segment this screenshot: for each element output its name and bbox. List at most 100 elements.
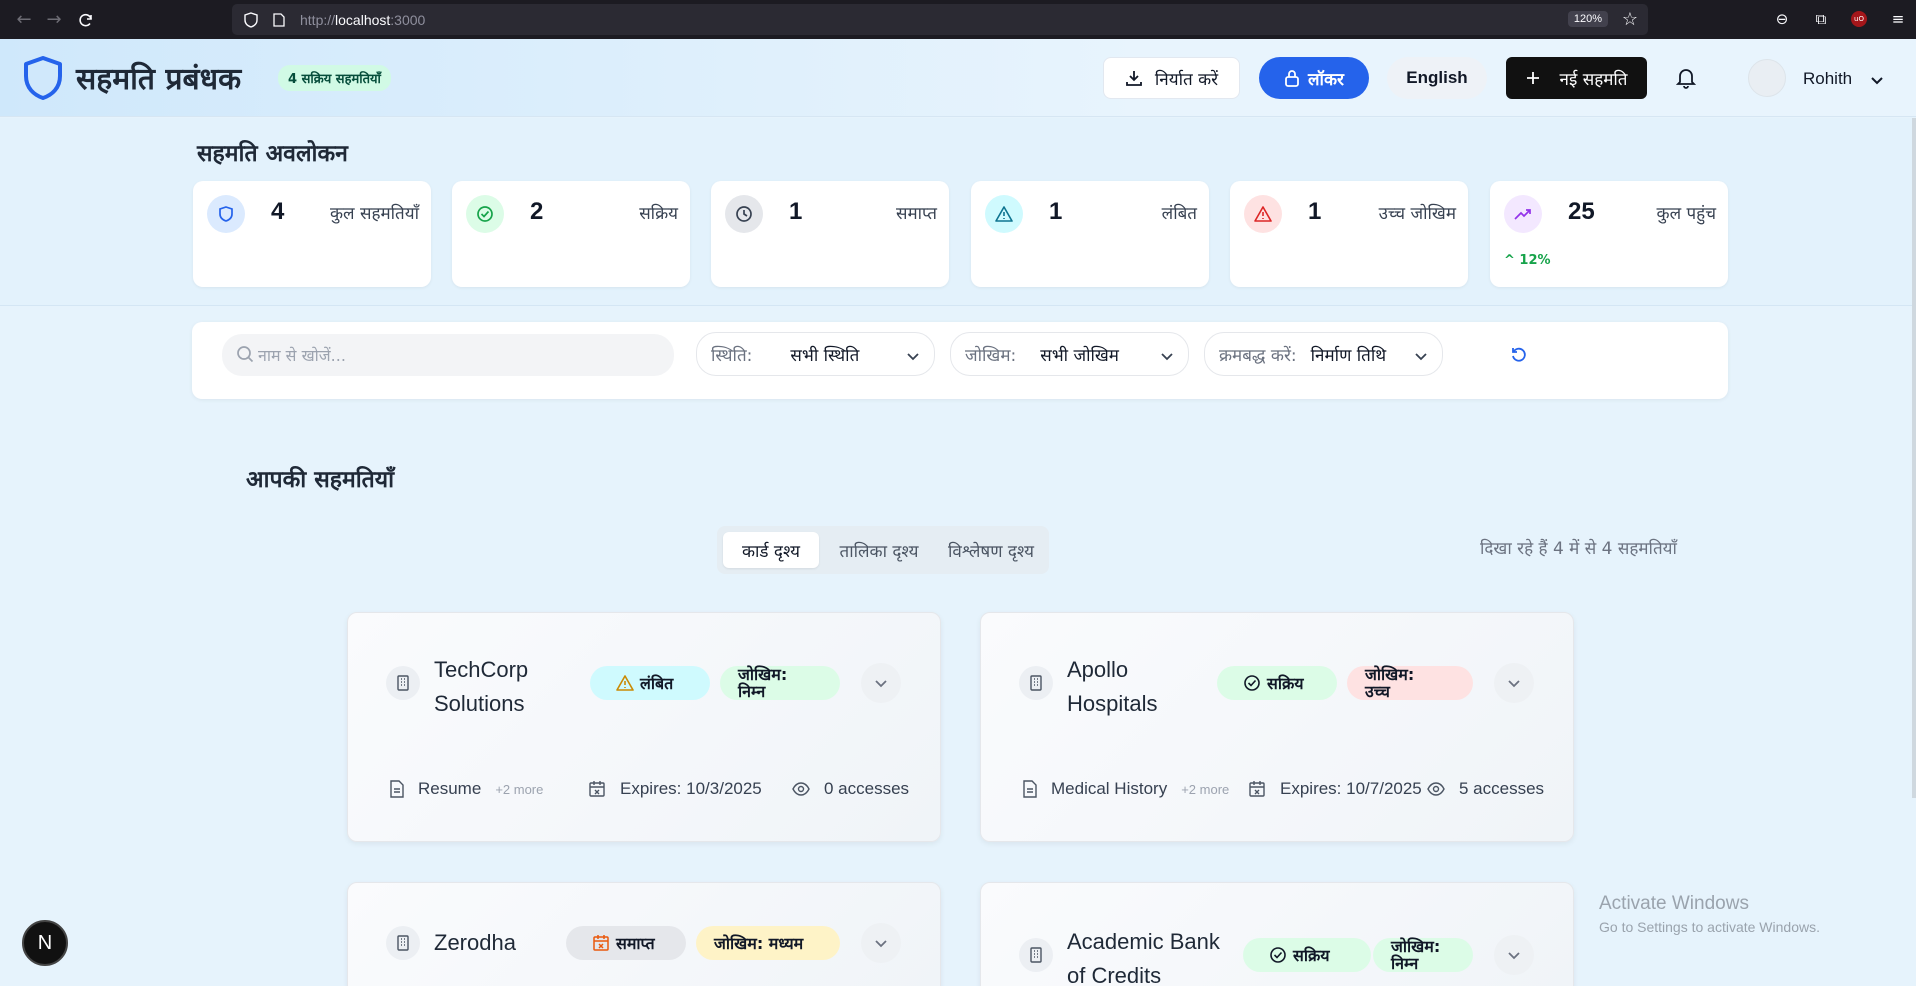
- risk-badge: जोखिम: मध्यम: [696, 926, 840, 960]
- stat-value: 1: [1308, 198, 1322, 225]
- chevron-down-icon: [1160, 347, 1174, 367]
- organization-name: Apollo Hospitals: [1067, 657, 1158, 716]
- access-count: 0 accesses: [792, 779, 909, 799]
- building-icon: [1019, 666, 1053, 700]
- risk-filter-label: जोखिम:: [965, 345, 1017, 366]
- expand-button[interactable]: [1494, 935, 1534, 975]
- stat-label: समाप्त: [896, 204, 937, 224]
- nextjs-dev-badge[interactable]: N: [22, 920, 68, 966]
- url-text: http://localhost:3000: [300, 11, 426, 28]
- calendar-icon: [1248, 780, 1266, 798]
- check-circle-icon: [1269, 946, 1287, 964]
- organization-name: TechCorp Solutions: [434, 657, 529, 716]
- status-filter-value: सभी स्थिति: [790, 345, 860, 366]
- overview-title: सहमति अवलोकन: [197, 141, 348, 167]
- chevron-up-icon: ^: [1504, 253, 1520, 268]
- risk-badge: जोखिम: उच्च: [1347, 666, 1473, 700]
- filter-bar: स्थिति: सभी स्थिति जोखिम: सभी जोखिम क्रम…: [192, 322, 1728, 399]
- stat-label: कुल सहमतियाँ: [329, 204, 419, 224]
- expiry-date: Expires: 10/3/2025: [588, 779, 762, 799]
- expand-button[interactable]: [861, 663, 901, 703]
- search-input[interactable]: [222, 334, 674, 376]
- chevron-down-icon[interactable]: [1870, 71, 1884, 90]
- consent-card[interactable]: TechCorp Solutions लंबित जोखिम: निम्न Res…: [347, 612, 941, 842]
- chevron-down-icon: [1507, 946, 1521, 965]
- document-icon: [390, 780, 404, 798]
- risk-filter-select[interactable]: जोखिम: सभी जोखिम: [950, 332, 1189, 376]
- tab-card-view[interactable]: कार्ड दृश्य: [723, 532, 819, 568]
- stat-card-high-risk: 1 उच्च जोखिम: [1230, 181, 1468, 287]
- address-bar[interactable]: http://localhost:3000 120% ☆: [232, 4, 1648, 35]
- chevron-down-icon: [874, 934, 888, 953]
- plus-icon: [1526, 71, 1540, 85]
- forward-icon[interactable]: →: [40, 6, 68, 34]
- tab-table-view[interactable]: तालिका दृश्य: [823, 532, 935, 568]
- building-icon: [386, 666, 420, 700]
- access-count: 5 accesses: [1427, 779, 1544, 799]
- sort-select[interactable]: क्रमबद्ध करें: निर्माण तिथि: [1204, 332, 1443, 376]
- page-icon[interactable]: [270, 11, 288, 29]
- consent-card[interactable]: Apollo Hospitals सक्रिय जोखिम: उच्च Medic…: [980, 612, 1574, 842]
- app-title: सहमति प्रबंधक: [76, 62, 242, 97]
- risk-filter-value: सभी जोखिम: [1040, 345, 1119, 366]
- building-icon: [386, 926, 420, 960]
- active-consents-badge: 4 सक्रिय सहमतियाँ: [278, 65, 391, 91]
- zoom-indicator[interactable]: 120%: [1567, 11, 1608, 27]
- stat-value: 1: [1049, 198, 1063, 225]
- locker-button[interactable]: लॉकर: [1259, 57, 1369, 99]
- status-badge: लंबित: [590, 666, 710, 700]
- consent-card[interactable]: Zerodha समाप्त जोखिम: मध्यम: [347, 882, 941, 986]
- expiry-date: Expires: 10/7/2025: [1248, 779, 1422, 799]
- refresh-icon[interactable]: [1509, 344, 1529, 368]
- bookmark-star-icon[interactable]: ☆: [1622, 9, 1638, 30]
- stat-value: 2: [530, 198, 544, 225]
- ublock-icon[interactable]: uO: [1849, 9, 1869, 29]
- stat-label: सक्रिय: [639, 204, 678, 224]
- sort-value: निर्माण तिथि: [1310, 345, 1387, 366]
- risk-badge: जोखिम: निम्न: [1373, 938, 1473, 972]
- windows-activation-watermark: Activate Windows Go to Settings to activ…: [1599, 893, 1820, 935]
- risk-badge: जोखिम: निम्न: [720, 666, 840, 700]
- tracking-shield-icon[interactable]: [242, 11, 260, 29]
- tab-analysis-view[interactable]: विश्लेषण दृश्य: [939, 532, 1043, 568]
- chevron-down-icon: [906, 347, 920, 367]
- export-button[interactable]: निर्यात करें: [1103, 57, 1240, 99]
- consent-overview: सहमति अवलोकन 4 कुल सहमतियाँ 2 सक्रिय 1 स…: [0, 118, 1916, 306]
- menu-icon[interactable]: ≡: [1888, 9, 1908, 29]
- expand-button[interactable]: [861, 923, 901, 963]
- language-toggle-button[interactable]: English: [1387, 57, 1487, 99]
- calendar-icon: [588, 780, 606, 798]
- bell-icon[interactable]: [1675, 67, 1697, 93]
- alert-triangle-icon: [1244, 195, 1282, 233]
- data-items: Resume +2 more: [390, 779, 543, 799]
- stat-card-total-access: 25 कुल पहुंच ^ 12%: [1490, 181, 1728, 287]
- check-circle-icon: [1243, 674, 1261, 692]
- avatar[interactable]: [1748, 59, 1786, 97]
- account-icon[interactable]: ⊖: [1772, 9, 1792, 29]
- extensions-icon[interactable]: ⧉: [1811, 9, 1831, 29]
- stat-card-expired: 1 समाप्त: [711, 181, 949, 287]
- section-title: आपकी सहमतियाँ: [246, 467, 395, 493]
- document-icon: [1023, 780, 1037, 798]
- eye-icon: [792, 782, 810, 796]
- stat-value: 4: [271, 198, 285, 225]
- scrollbar[interactable]: [1912, 118, 1916, 798]
- consent-card[interactable]: Academic Bank of Credits सक्रिय जोखिम: नि…: [980, 882, 1574, 986]
- stat-value: 25: [1568, 198, 1595, 225]
- status-badge: समाप्त: [566, 926, 686, 960]
- back-icon[interactable]: ←: [10, 6, 38, 34]
- user-name[interactable]: Rohith: [1803, 69, 1852, 89]
- stat-card-pending: 1 लंबित: [971, 181, 1209, 287]
- reload-icon[interactable]: [72, 6, 100, 34]
- status-filter-label: स्थिति:: [711, 345, 753, 366]
- trend-indicator: ^ 12%: [1504, 253, 1551, 268]
- trending-up-icon: [1504, 195, 1542, 233]
- sort-label: क्रमबद्ध करें:: [1219, 345, 1297, 366]
- showing-count: दिखा रहे हैं 4 में से 4 सहमतियाँ: [1480, 539, 1677, 559]
- search-icon: [236, 345, 254, 367]
- expand-button[interactable]: [1494, 663, 1534, 703]
- new-consent-button[interactable]: नई सहमति: [1506, 57, 1647, 99]
- status-filter-select[interactable]: स्थिति: सभी स्थिति: [696, 332, 935, 376]
- eye-icon: [1427, 782, 1445, 796]
- language-label: English: [1406, 68, 1468, 87]
